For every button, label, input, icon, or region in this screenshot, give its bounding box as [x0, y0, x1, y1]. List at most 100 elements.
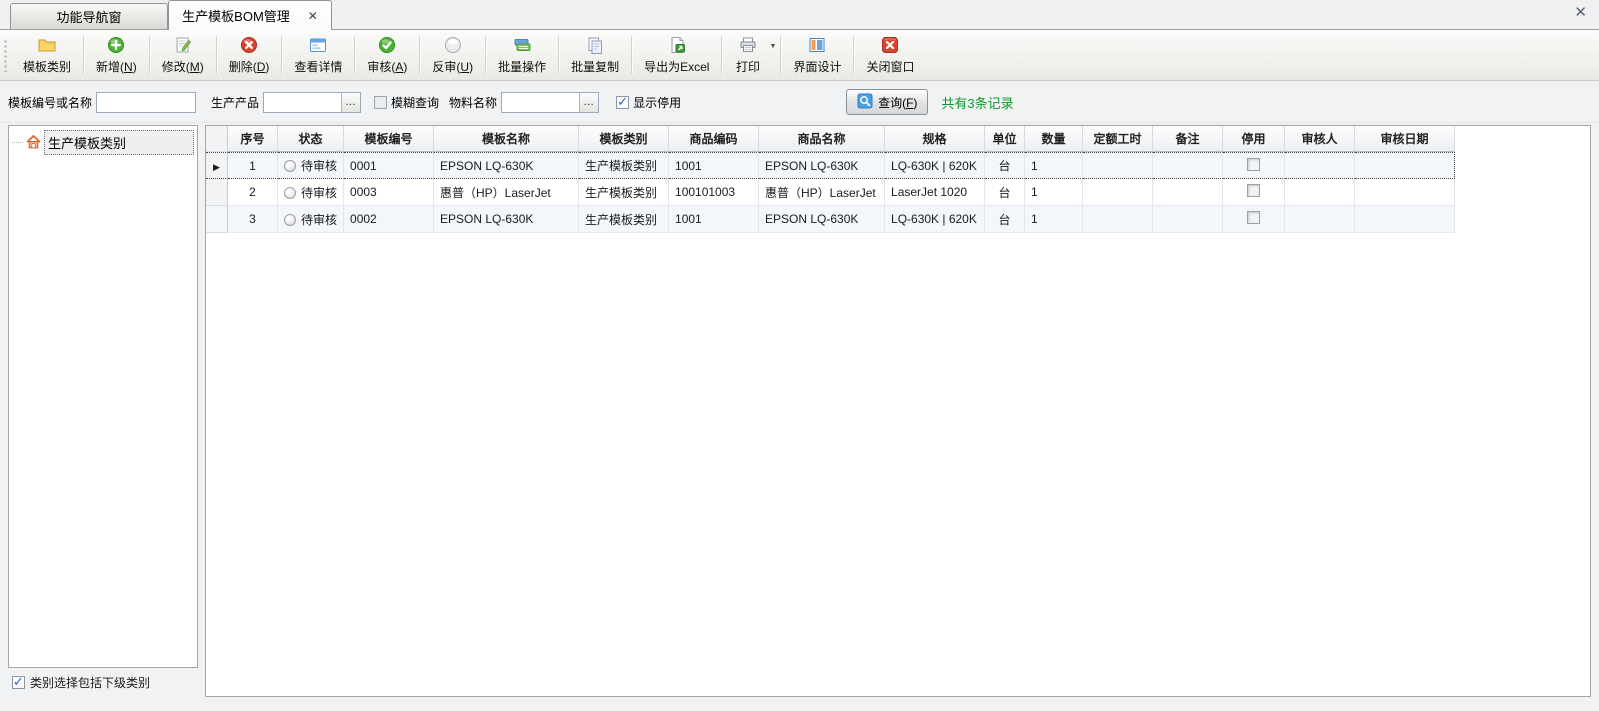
- col-header-product_name[interactable]: 商品名称: [759, 126, 885, 152]
- cell-quota_hours[interactable]: [1083, 152, 1153, 179]
- view-details-button[interactable]: 查看详情: [283, 30, 353, 80]
- cell-template_no[interactable]: 0002: [344, 206, 434, 233]
- cell-unit[interactable]: 台: [985, 206, 1025, 233]
- audit-button[interactable]: 审核(A): [356, 30, 418, 80]
- material-filter-input[interactable]: [502, 93, 579, 112]
- toolbar-button-label: 模板类别: [23, 58, 71, 75]
- cell-template_no[interactable]: 0003: [344, 179, 434, 206]
- tab-function-navigation[interactable]: 功能导航窗: [10, 3, 168, 29]
- cell-auditor[interactable]: [1285, 206, 1355, 233]
- cell-status[interactable]: 待审核: [278, 206, 344, 233]
- col-header-template_name[interactable]: 模板名称: [434, 126, 579, 152]
- modify-button[interactable]: 修改(M): [151, 30, 215, 80]
- batch-operation-icon: [512, 35, 532, 55]
- col-header-unit[interactable]: 单位: [985, 126, 1025, 152]
- include-subcategory-checkbox[interactable]: [12, 676, 25, 689]
- cell-unit[interactable]: 台: [985, 179, 1025, 206]
- cell-product_name[interactable]: EPSON LQ-630K: [759, 206, 885, 233]
- col-header-status[interactable]: 状态: [278, 126, 344, 152]
- tab-close-icon[interactable]: ✕: [308, 10, 318, 22]
- ui-design-button[interactable]: 界面设计: [782, 30, 852, 80]
- cell-disabled[interactable]: [1223, 152, 1285, 179]
- col-header-quota_hours[interactable]: 定额工时: [1083, 126, 1153, 152]
- batch-operation-button[interactable]: 批量操作: [487, 30, 557, 80]
- product-filter-input[interactable]: [264, 93, 341, 112]
- disabled-checkbox[interactable]: [1247, 184, 1260, 197]
- close-window-button[interactable]: 关闭窗口: [855, 30, 925, 80]
- delete-button[interactable]: 删除(D): [218, 30, 281, 80]
- copy-pages-icon: [585, 35, 605, 55]
- row-indicator[interactable]: [206, 179, 228, 206]
- disabled-checkbox[interactable]: [1247, 211, 1260, 224]
- toolbar-button-label: 关闭窗口: [866, 58, 914, 75]
- cell-quota_hours[interactable]: [1083, 206, 1153, 233]
- cell-template_no[interactable]: 0001: [344, 152, 434, 179]
- cell-remark[interactable]: [1153, 152, 1223, 179]
- col-header-product_code[interactable]: 商品编码: [669, 126, 759, 152]
- template-filter-input[interactable]: [96, 92, 196, 113]
- col-header-disabled[interactable]: 停用: [1223, 126, 1285, 152]
- toolbar-grip-handle[interactable]: [3, 39, 8, 72]
- window-close-button[interactable]: ✕: [1574, 5, 1587, 20]
- cell-template_name[interactable]: 惠普（HP）LaserJet: [434, 179, 579, 206]
- bom-table: 序号状态模板编号模板名称模板类别商品编码商品名称规格单位数量定额工时备注停用审核…: [206, 126, 1455, 233]
- cell-product_name[interactable]: 惠普（HP）LaserJet: [759, 179, 885, 206]
- cell-audit_date[interactable]: [1355, 179, 1455, 206]
- batch-copy-button[interactable]: 批量复制: [560, 30, 630, 80]
- fuzzy-query-checkbox[interactable]: [374, 96, 387, 109]
- cell-spec[interactable]: LQ-630K | 620K: [885, 206, 985, 233]
- col-header-remark[interactable]: 备注: [1153, 126, 1223, 152]
- cell-remark[interactable]: [1153, 206, 1223, 233]
- col-header-spec[interactable]: 规格: [885, 126, 985, 152]
- col-header-seq[interactable]: 序号: [228, 126, 278, 152]
- cell-template_name[interactable]: EPSON LQ-630K: [434, 206, 579, 233]
- cell-product_code[interactable]: 100101003: [669, 179, 759, 206]
- query-button[interactable]: 查询(F): [846, 89, 928, 115]
- print-button[interactable]: 打印 ▼: [723, 30, 779, 80]
- cell-template_category[interactable]: 生产模板类别: [579, 179, 669, 206]
- disabled-checkbox[interactable]: [1247, 158, 1260, 171]
- cell-audit_date[interactable]: [1355, 152, 1455, 179]
- cell-seq[interactable]: 3: [228, 206, 278, 233]
- cell-quota_hours[interactable]: [1083, 179, 1153, 206]
- print-dropdown-caret-icon[interactable]: ▼: [770, 43, 777, 50]
- col-header-auditor[interactable]: 审核人: [1285, 126, 1355, 152]
- cell-qty[interactable]: 1: [1025, 206, 1083, 233]
- cell-spec[interactable]: LaserJet 1020: [885, 179, 985, 206]
- show-disabled-checkbox[interactable]: [616, 96, 629, 109]
- tree-item-production-template-category[interactable]: 生产模板类别: [9, 130, 197, 155]
- cell-template_category[interactable]: 生产模板类别: [579, 206, 669, 233]
- unaudit-button[interactable]: 反审(U): [421, 30, 484, 80]
- cell-seq[interactable]: 1: [228, 152, 278, 179]
- cell-seq[interactable]: 2: [228, 179, 278, 206]
- tab-bom-management[interactable]: 生产模板BOM管理 ✕: [168, 0, 332, 30]
- cell-template_category[interactable]: 生产模板类别: [579, 152, 669, 179]
- cell-remark[interactable]: [1153, 179, 1223, 206]
- col-header-template_no[interactable]: 模板编号: [344, 126, 434, 152]
- cell-unit[interactable]: 台: [985, 152, 1025, 179]
- col-header-qty[interactable]: 数量: [1025, 126, 1083, 152]
- cell-product_name[interactable]: EPSON LQ-630K: [759, 152, 885, 179]
- cell-product_code[interactable]: 1001: [669, 152, 759, 179]
- export-excel-button[interactable]: 导出为Excel: [633, 30, 720, 80]
- col-header-template_category[interactable]: 模板类别: [579, 126, 669, 152]
- cell-product_code[interactable]: 1001: [669, 206, 759, 233]
- cell-audit_date[interactable]: [1355, 206, 1455, 233]
- material-lookup-ellipsis-button[interactable]: …: [579, 93, 598, 112]
- cell-auditor[interactable]: [1285, 152, 1355, 179]
- cell-qty[interactable]: 1: [1025, 179, 1083, 206]
- cell-template_name[interactable]: EPSON LQ-630K: [434, 152, 579, 179]
- cell-qty[interactable]: 1: [1025, 152, 1083, 179]
- template-category-button[interactable]: 模板类别: [12, 30, 82, 80]
- add-button[interactable]: 新增(N): [85, 30, 148, 80]
- product-lookup-ellipsis-button[interactable]: …: [341, 93, 360, 112]
- col-header-audit_date[interactable]: 审核日期: [1355, 126, 1455, 152]
- cell-disabled[interactable]: [1223, 206, 1285, 233]
- cell-spec[interactable]: LQ-630K | 620K: [885, 152, 985, 179]
- row-indicator[interactable]: ▶: [206, 152, 228, 179]
- cell-status[interactable]: 待审核: [278, 152, 344, 179]
- row-indicator[interactable]: [206, 206, 228, 233]
- cell-status[interactable]: 待审核: [278, 179, 344, 206]
- cell-auditor[interactable]: [1285, 179, 1355, 206]
- cell-disabled[interactable]: [1223, 179, 1285, 206]
